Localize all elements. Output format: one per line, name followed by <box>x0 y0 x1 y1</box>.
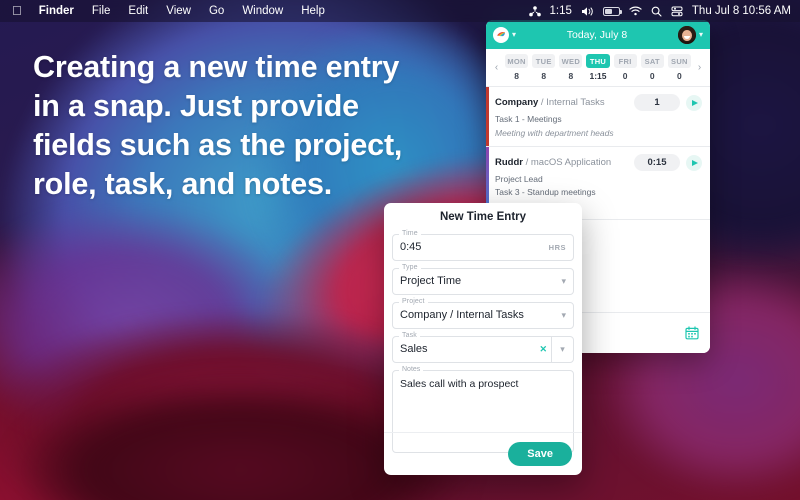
chevron-down-icon[interactable]: ▾ <box>551 337 573 362</box>
entry-project: macOS Application <box>530 156 612 168</box>
day-column-sun[interactable]: SUN 0 <box>666 54 693 81</box>
entry-top-row: Ruddr / macOS Application 0:15 <box>495 154 702 171</box>
menu-timer-value[interactable]: 1:15 <box>550 5 572 17</box>
headline-line-2: in a snap. Just provide <box>33 89 359 123</box>
day-total-tue: 8 <box>541 71 547 81</box>
menu-item-go[interactable]: Go <box>200 0 233 22</box>
ruddr-logo-icon[interactable] <box>493 26 509 43</box>
battery-icon[interactable] <box>602 6 622 16</box>
day-label-fri: FRI <box>613 54 637 68</box>
panel-title: Today, July 8 <box>566 28 628 41</box>
play-icon[interactable] <box>686 154 702 171</box>
chevron-right-icon[interactable]: › <box>693 62 706 73</box>
week-day-strip: ‹ MON 8 TUE 8 WED 8 THU 1:15 FRI 0 SAT 0… <box>486 49 710 86</box>
entry-note: Meeting with department heads <box>495 128 614 138</box>
day-label-sun: SUN <box>667 54 691 68</box>
day-column-thu[interactable]: THU 1:15 <box>584 54 611 81</box>
task-selected-value[interactable]: Sales <box>400 344 535 355</box>
spotlight-search-icon[interactable] <box>651 6 662 17</box>
day-total-mon: 8 <box>514 71 519 81</box>
menu-bar-left-group:  Finder File Edit View Go Window Help <box>0 0 334 22</box>
avatar-smile <box>683 35 690 39</box>
entry-title: Company / Internal Tasks <box>495 97 634 109</box>
chevron-down-icon[interactable]: ▾ <box>561 276 566 287</box>
day-column-mon[interactable]: MON 8 <box>503 54 530 81</box>
day-column-wed[interactable]: WED 8 <box>557 54 584 81</box>
time-field-label: Time <box>399 230 421 237</box>
apple-logo-icon[interactable]:  <box>9 0 30 22</box>
type-field[interactable]: Type Project Time ▾ <box>392 264 574 295</box>
task-field[interactable]: Task Sales ✕ ▾ <box>392 332 574 363</box>
entry-hours-badge[interactable]: 0:15 <box>634 154 680 171</box>
logo-chevron-down-icon[interactable]: ▾ <box>512 30 516 39</box>
volume-icon[interactable] <box>581 6 594 17</box>
day-column-fri[interactable]: FRI 0 <box>612 54 639 81</box>
menu-item-view[interactable]: View <box>157 0 200 22</box>
dialog-body: Time 0:45 HRS Type Project Time ▾ Projec… <box>384 230 582 453</box>
project-selected-value[interactable]: Company / Internal Tasks <box>400 310 555 321</box>
time-field[interactable]: Time 0:45 HRS <box>392 230 574 261</box>
headline-line-4: role, task, and notes. <box>33 167 332 201</box>
avatar[interactable] <box>677 25 696 44</box>
entry-client: Company <box>495 96 539 108</box>
chevron-left-icon[interactable]: ‹ <box>490 62 503 73</box>
day-total-sat: 0 <box>649 71 655 81</box>
day-column-sat[interactable]: SAT 0 <box>639 54 666 81</box>
menu-item-edit[interactable]: Edit <box>119 0 157 22</box>
dialog-footer: Save <box>384 432 582 475</box>
headline-line-1: Creating a new time entry <box>33 50 400 84</box>
wifi-icon[interactable] <box>629 6 642 16</box>
entry-title: Ruddr / macOS Application <box>495 157 634 169</box>
entry-role: Project Lead <box>495 174 543 184</box>
entry-task: Task 1 - Meetings <box>495 114 562 124</box>
menu-item-help[interactable]: Help <box>292 0 334 22</box>
chevron-down-icon[interactable]: ▾ <box>561 310 566 321</box>
ruddr-timer-icon[interactable] <box>528 5 541 17</box>
task-field-label: Task <box>399 332 420 339</box>
macos-menu-bar:  Finder File Edit View Go Window Help 1… <box>0 0 800 22</box>
calendar-icon[interactable] <box>685 326 699 340</box>
day-label-sat: SAT <box>640 54 664 68</box>
entry-color-bar <box>486 87 489 146</box>
menu-item-finder[interactable]: Finder <box>30 0 83 22</box>
type-selected-value[interactable]: Project Time <box>400 276 555 287</box>
project-field[interactable]: Project Company / Internal Tasks ▾ <box>392 298 574 329</box>
project-field-label: Project <box>399 298 428 305</box>
play-icon[interactable] <box>686 94 702 111</box>
menu-item-window[interactable]: Window <box>233 0 292 22</box>
day-label-thu: THU <box>586 54 610 68</box>
time-entry-row[interactable]: Company / Internal Tasks 1 Task 1 - Meet… <box>486 87 710 146</box>
day-total-wed: 8 <box>568 71 574 81</box>
day-label-mon: MON <box>505 54 529 68</box>
avatar-chevron-down-icon[interactable]: ▾ <box>699 30 703 39</box>
day-total-sun: 0 <box>677 71 682 81</box>
notes-field-label: Notes <box>399 366 424 373</box>
menu-bar-clock[interactable]: Thu Jul 8 10:56 AM <box>692 5 791 17</box>
time-input-value[interactable]: 0:45 <box>400 242 549 253</box>
entry-project: Internal Tasks <box>546 96 605 108</box>
new-time-entry-dialog: New Time Entry Time 0:45 HRS Type Projec… <box>384 203 582 475</box>
dialog-title: New Time Entry <box>439 211 527 223</box>
save-button[interactable]: Save <box>508 442 572 466</box>
menu-item-file[interactable]: File <box>83 0 120 22</box>
entry-hours-badge[interactable]: 1 <box>634 94 680 111</box>
day-label-wed: WED <box>559 54 583 68</box>
clear-x-icon[interactable]: ✕ <box>535 344 551 355</box>
entry-top-row: Company / Internal Tasks 1 <box>495 94 702 111</box>
time-unit-label: HRS <box>548 243 566 252</box>
day-total-fri: 0 <box>622 71 628 81</box>
day-total-thu: 1:15 <box>589 71 607 81</box>
entry-separator: / <box>522 156 531 168</box>
promo-headline: Creating a new time entry in a snap. Jus… <box>33 48 453 204</box>
panel-header: ▾ Today, July 8 ▾ <box>486 20 710 49</box>
type-field-label: Type <box>399 264 421 271</box>
entry-client: Ruddr <box>495 156 523 168</box>
day-label-tue: TUE <box>532 54 556 68</box>
headline-line-3: fields such as the project, <box>33 128 403 162</box>
menu-bar-status-group: 1:15 Thu Jul 8 10:56 AM <box>528 5 800 17</box>
day-column-tue[interactable]: TUE 8 <box>530 54 557 81</box>
entry-task: Task 3 - Standup meetings <box>495 187 596 197</box>
notes-value[interactable]: Sales call with a prospect <box>400 378 518 390</box>
control-center-icon[interactable] <box>671 6 683 17</box>
